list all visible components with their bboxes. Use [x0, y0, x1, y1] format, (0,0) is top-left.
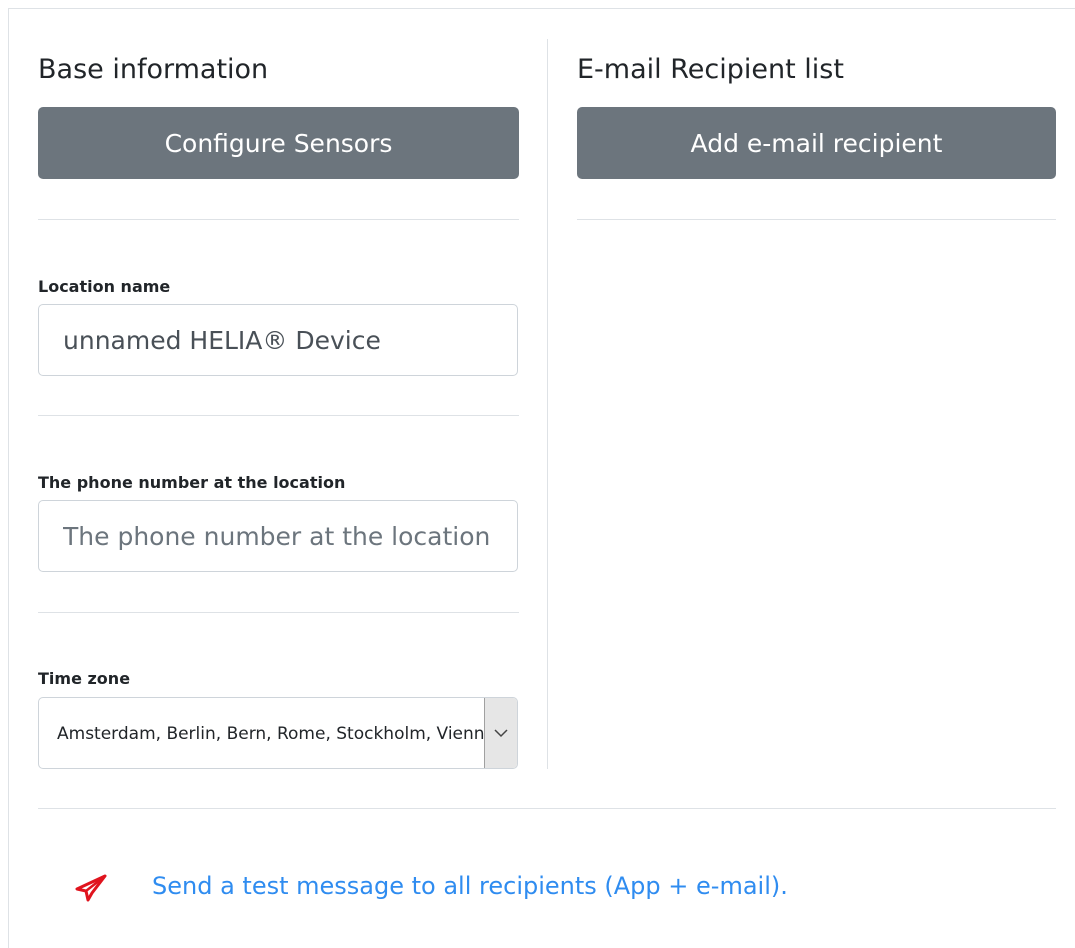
send-test-message-link[interactable]: Send a test message to all recipients (A… — [152, 870, 788, 902]
location-name-label: Location name — [38, 277, 171, 296]
paper-plane-icon[interactable] — [73, 873, 109, 903]
divider — [38, 415, 519, 416]
divider — [38, 808, 1056, 809]
divider — [38, 219, 519, 220]
time-zone-select[interactable]: Amsterdam, Berlin, Bern, Rome, Stockholm… — [38, 697, 518, 769]
time-zone-label: Time zone — [38, 669, 131, 688]
divider — [577, 219, 1056, 220]
base-information-title: Base information — [38, 54, 269, 85]
location-name-input[interactable] — [38, 304, 518, 376]
recipient-list-title: E-mail Recipient list — [577, 54, 844, 85]
phone-number-input[interactable] — [38, 500, 518, 572]
time-zone-selected-value: Amsterdam, Berlin, Bern, Rome, Stockholm… — [57, 724, 487, 744]
add-email-recipient-button[interactable]: Add e-mail recipient — [577, 107, 1056, 179]
phone-number-label: The phone number at the location — [38, 473, 346, 492]
divider — [38, 612, 519, 613]
configure-sensors-button[interactable]: Configure Sensors — [38, 107, 519, 179]
chevron-down-icon[interactable] — [484, 698, 517, 768]
column-divider — [547, 39, 548, 769]
